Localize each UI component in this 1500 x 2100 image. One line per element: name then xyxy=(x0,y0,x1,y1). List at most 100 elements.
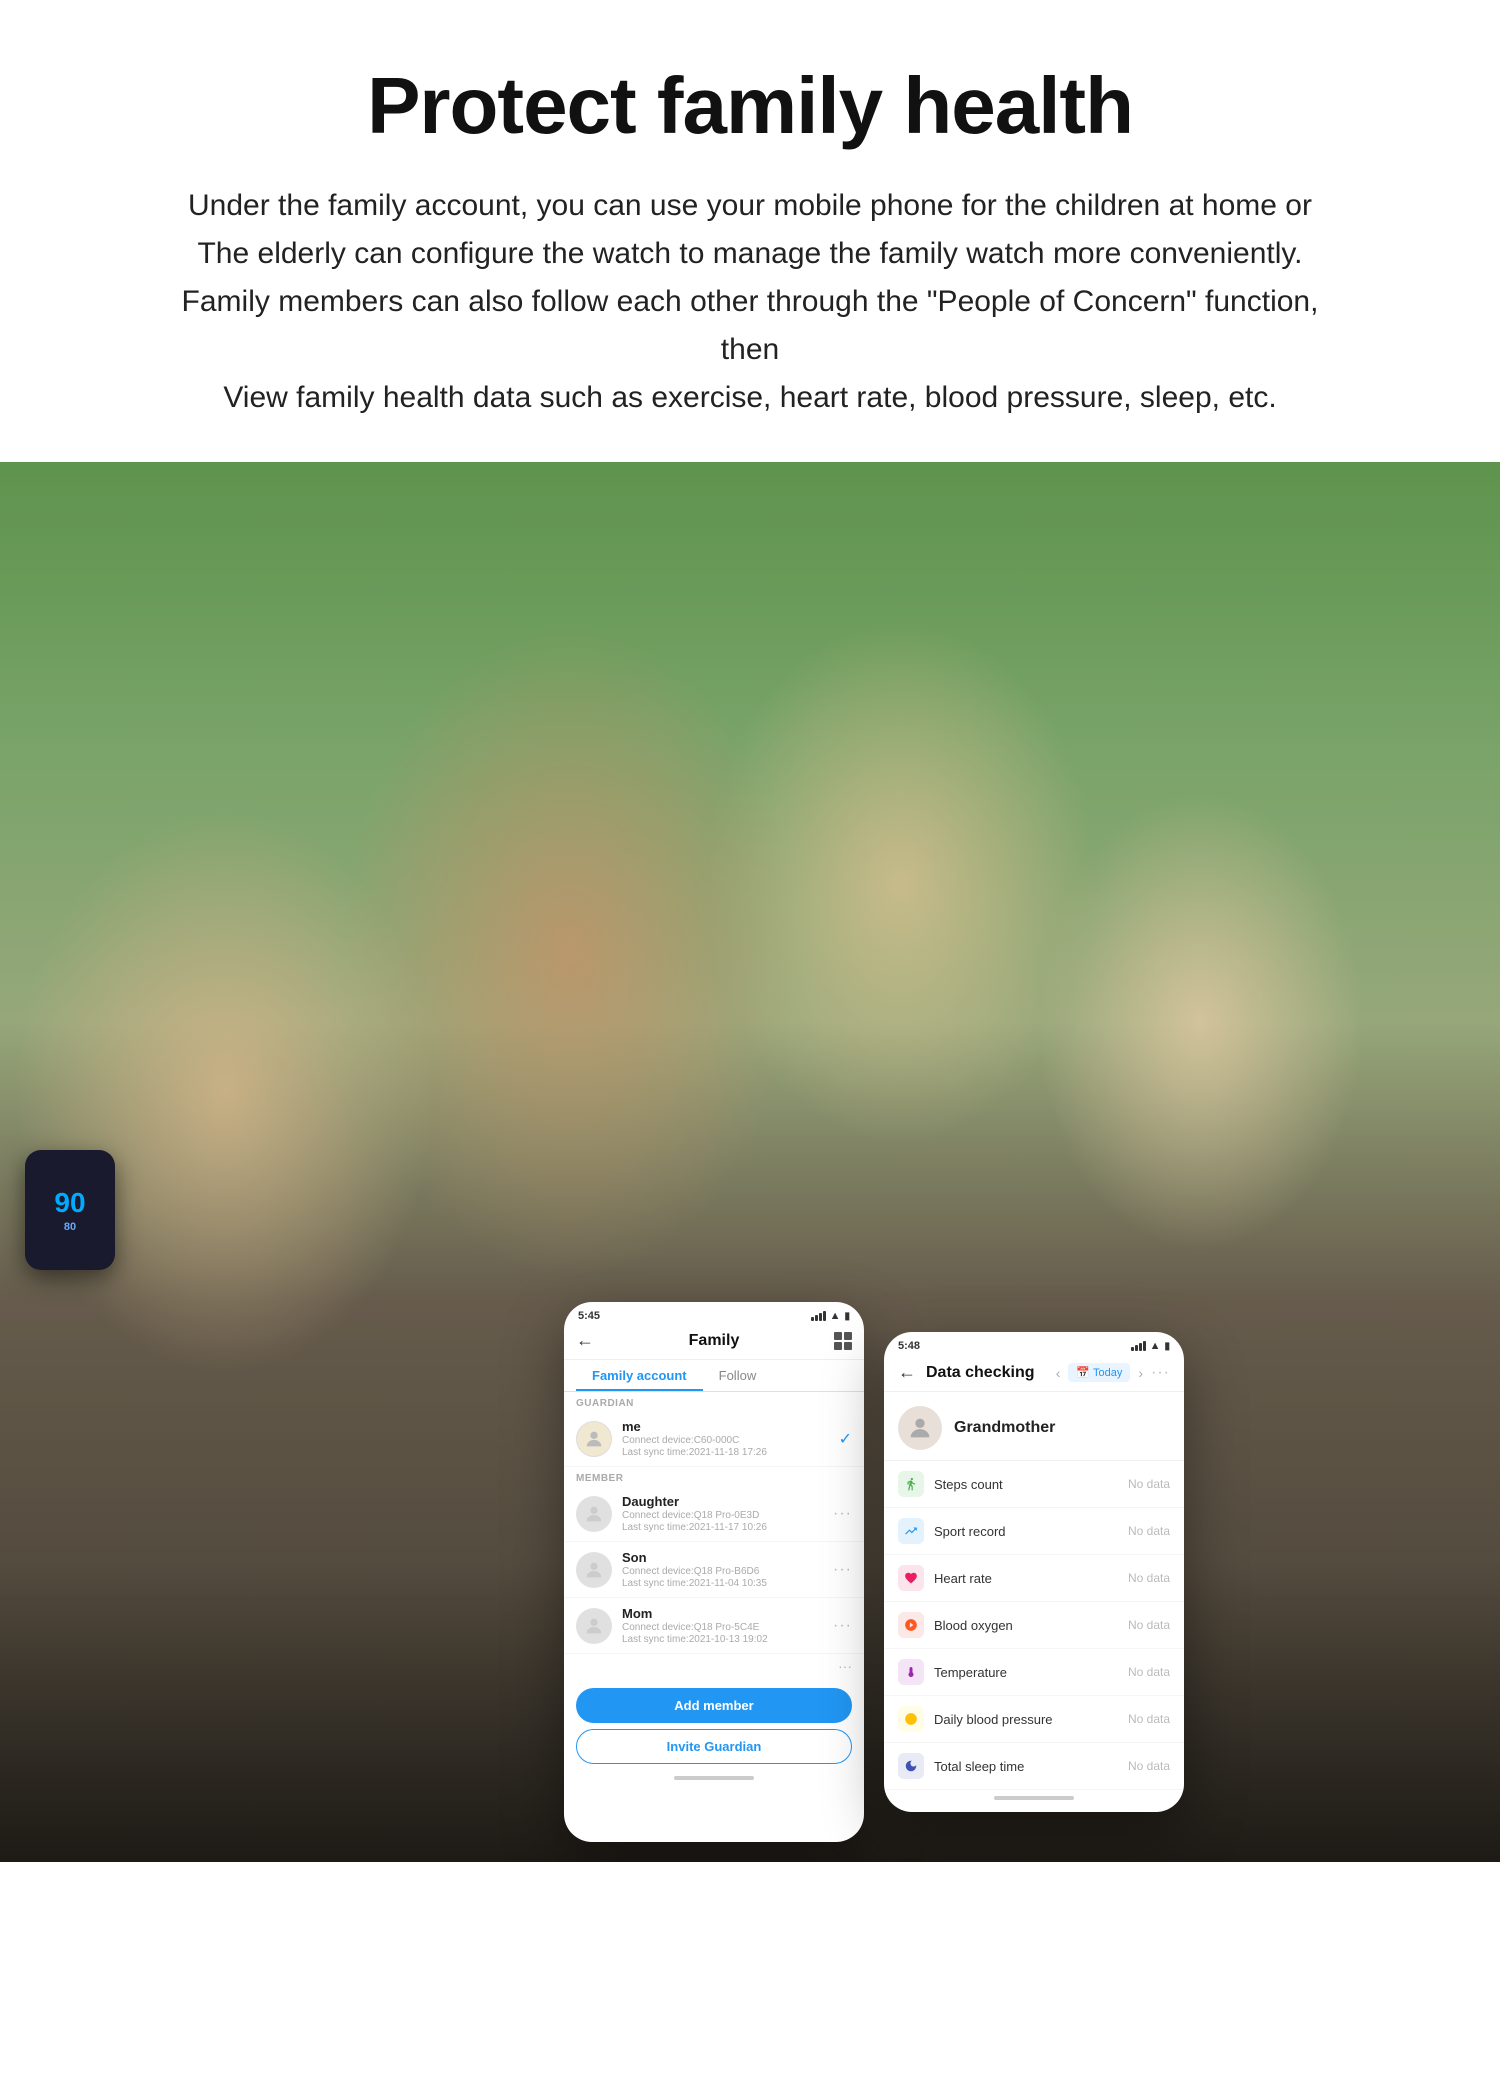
member-son-item[interactable]: Son Connect device:Q18 Pro-B6D6 Last syn… xyxy=(564,1542,864,1598)
smartwatch-display: 90 80 xyxy=(25,1150,115,1270)
date-badge[interactable]: 📅 Today xyxy=(1068,1363,1130,1382)
bottom-indicator-right xyxy=(884,1790,1184,1806)
check-icon: ✓ xyxy=(839,1429,852,1449)
son-avatar xyxy=(576,1552,612,1588)
right-more-icon[interactable]: ··· xyxy=(1151,1364,1170,1382)
daughter-device: Connect device:Q18 Pro-0E3D xyxy=(622,1510,833,1521)
date-nav: ‹ 📅 Today › xyxy=(1056,1363,1143,1382)
family-photo-section: 90 80 5:45 ▲ ▮ xyxy=(0,462,1500,1862)
phone-right-title: Data checking xyxy=(926,1364,1034,1382)
metric-oxygen[interactable]: Blood oxygen No data xyxy=(884,1602,1184,1649)
son-name: Son xyxy=(622,1550,833,1565)
son-device: Connect device:Q18 Pro-B6D6 xyxy=(622,1566,833,1577)
blood-oxygen-label: Blood oxygen xyxy=(934,1618,1128,1633)
guardian-label: GUARDIAN xyxy=(564,1392,864,1411)
me-avatar xyxy=(576,1421,612,1457)
heart-rate-value: No data xyxy=(1128,1571,1170,1585)
battery-icon-right: ▮ xyxy=(1164,1341,1170,1352)
wifi-icon-right: ▲ xyxy=(1150,1340,1161,1352)
metric-bp[interactable]: Daily blood pressure No data xyxy=(884,1696,1184,1743)
steps-count-label: Steps count xyxy=(934,1477,1128,1492)
data-check-header: ← Data checking ‹ 📅 Today › ··· xyxy=(884,1356,1184,1392)
son-sync: Last sync time:2021-11-04 10:35 xyxy=(622,1578,833,1589)
son-more-icon[interactable]: ··· xyxy=(833,1561,852,1579)
metric-steps[interactable]: Steps count No data xyxy=(884,1461,1184,1508)
signal-icon xyxy=(811,1311,826,1321)
steps-count-value: No data xyxy=(1128,1477,1170,1491)
mom-device: Connect device:Q18 Pro-5C4E xyxy=(622,1622,833,1633)
phone-bottom-buttons: Add member Invite Guardian xyxy=(564,1678,864,1770)
temperature-label: Temperature xyxy=(934,1665,1128,1680)
battery-icon: ▮ xyxy=(844,1311,850,1322)
member-mom-item[interactable]: Mom Connect device:Q18 Pro-5C4E Last syn… xyxy=(564,1598,864,1654)
photo-background: 90 80 5:45 ▲ ▮ xyxy=(0,462,1500,1862)
header-description: Under the family account, you can use yo… xyxy=(150,182,1350,422)
mom-name: Mom xyxy=(622,1606,833,1621)
metric-heart[interactable]: Heart rate No data xyxy=(884,1555,1184,1602)
daughter-avatar xyxy=(576,1496,612,1532)
wifi-icon: ▲ xyxy=(830,1310,841,1322)
daughter-info: Daughter Connect device:Q18 Pro-0E3D Las… xyxy=(622,1494,833,1533)
blood-pressure-label: Daily blood pressure xyxy=(934,1712,1128,1727)
phone-left-time: 5:45 xyxy=(578,1310,600,1322)
calendar-icon: 📅 xyxy=(1076,1367,1093,1379)
steps-icon xyxy=(898,1471,924,1497)
sleep-time-label: Total sleep time xyxy=(934,1759,1128,1774)
phone-right-time: 5:48 xyxy=(898,1340,920,1352)
add-member-button[interactable]: Add member xyxy=(576,1688,852,1723)
mom-more-icon[interactable]: ··· xyxy=(833,1617,852,1635)
phone-family: 5:45 ▲ ▮ ← Family xyxy=(564,1302,864,1842)
phone-left-title: Family xyxy=(689,1332,740,1350)
sleep-icon xyxy=(898,1753,924,1779)
heart-rate-label: Heart rate xyxy=(934,1571,1128,1586)
invite-guardian-button[interactable]: Invite Guardian xyxy=(576,1729,852,1764)
me-device: Connect device:C60-000C xyxy=(622,1435,839,1446)
sport-record-value: No data xyxy=(1128,1524,1170,1538)
metric-temp[interactable]: Temperature No data xyxy=(884,1649,1184,1696)
guardian-me-item[interactable]: me Connect device:C60-000C Last sync tim… xyxy=(564,1411,864,1467)
status-icons-left: ▲ ▮ xyxy=(811,1310,850,1322)
phone-tabs: Family account Follow xyxy=(564,1360,864,1392)
watch-unit: 80 xyxy=(64,1221,76,1233)
member-daughter-item[interactable]: Daughter Connect device:Q18 Pro-0E3D Las… xyxy=(564,1486,864,1542)
blood-pressure-value: No data xyxy=(1128,1712,1170,1726)
daughter-name: Daughter xyxy=(622,1494,833,1509)
health-metrics-list: Steps count No data Sport record No data xyxy=(884,1461,1184,1790)
heart-icon xyxy=(898,1565,924,1591)
sport-record-label: Sport record xyxy=(934,1524,1128,1539)
me-sync: Last sync time:2021-11-18 17:26 xyxy=(622,1447,839,1458)
watch-steps: 90 xyxy=(54,1187,85,1219)
grandmother-avatar xyxy=(898,1406,942,1450)
tab-follow[interactable]: Follow xyxy=(703,1360,773,1391)
status-icons-right: ▲ ▮ xyxy=(1131,1340,1170,1352)
page-title: Protect family health xyxy=(80,60,1420,152)
back-arrow-icon[interactable]: ← xyxy=(576,1330,594,1351)
member-label: MEMBER xyxy=(564,1467,864,1486)
home-indicator xyxy=(674,1776,754,1780)
mom-avatar xyxy=(576,1608,612,1644)
grid-icon[interactable] xyxy=(834,1332,852,1350)
son-info: Son Connect device:Q18 Pro-B6D6 Last syn… xyxy=(622,1550,833,1589)
grandmother-profile: Grandmother xyxy=(884,1392,1184,1461)
oxygen-icon xyxy=(898,1612,924,1638)
temperature-icon xyxy=(898,1659,924,1685)
phone-left-status-bar: 5:45 ▲ ▮ xyxy=(564,1302,864,1326)
next-arrow-icon[interactable]: › xyxy=(1138,1365,1143,1381)
blood-pressure-icon xyxy=(898,1706,924,1732)
metric-sleep[interactable]: Total sleep time No data xyxy=(884,1743,1184,1790)
more-dots: ··· xyxy=(564,1654,864,1678)
phone-left-header: ← Family xyxy=(564,1326,864,1360)
metric-sport[interactable]: Sport record No data xyxy=(884,1508,1184,1555)
sleep-time-value: No data xyxy=(1128,1759,1170,1773)
mom-sync: Last sync time:2021-10-13 19:02 xyxy=(622,1634,833,1645)
home-indicator-right xyxy=(994,1796,1074,1800)
grandmother-name: Grandmother xyxy=(954,1419,1055,1437)
daughter-sync: Last sync time:2021-11-17 10:26 xyxy=(622,1522,833,1533)
daughter-more-icon[interactable]: ··· xyxy=(833,1505,852,1523)
tab-family-account[interactable]: Family account xyxy=(576,1360,703,1391)
temperature-value: No data xyxy=(1128,1665,1170,1679)
signal-icon-right xyxy=(1131,1341,1146,1351)
phone-right-status-bar: 5:48 ▲ ▮ xyxy=(884,1332,1184,1356)
prev-arrow-icon[interactable]: ‹ xyxy=(1056,1365,1061,1381)
back-arrow-right-icon[interactable]: ← xyxy=(898,1362,916,1383)
